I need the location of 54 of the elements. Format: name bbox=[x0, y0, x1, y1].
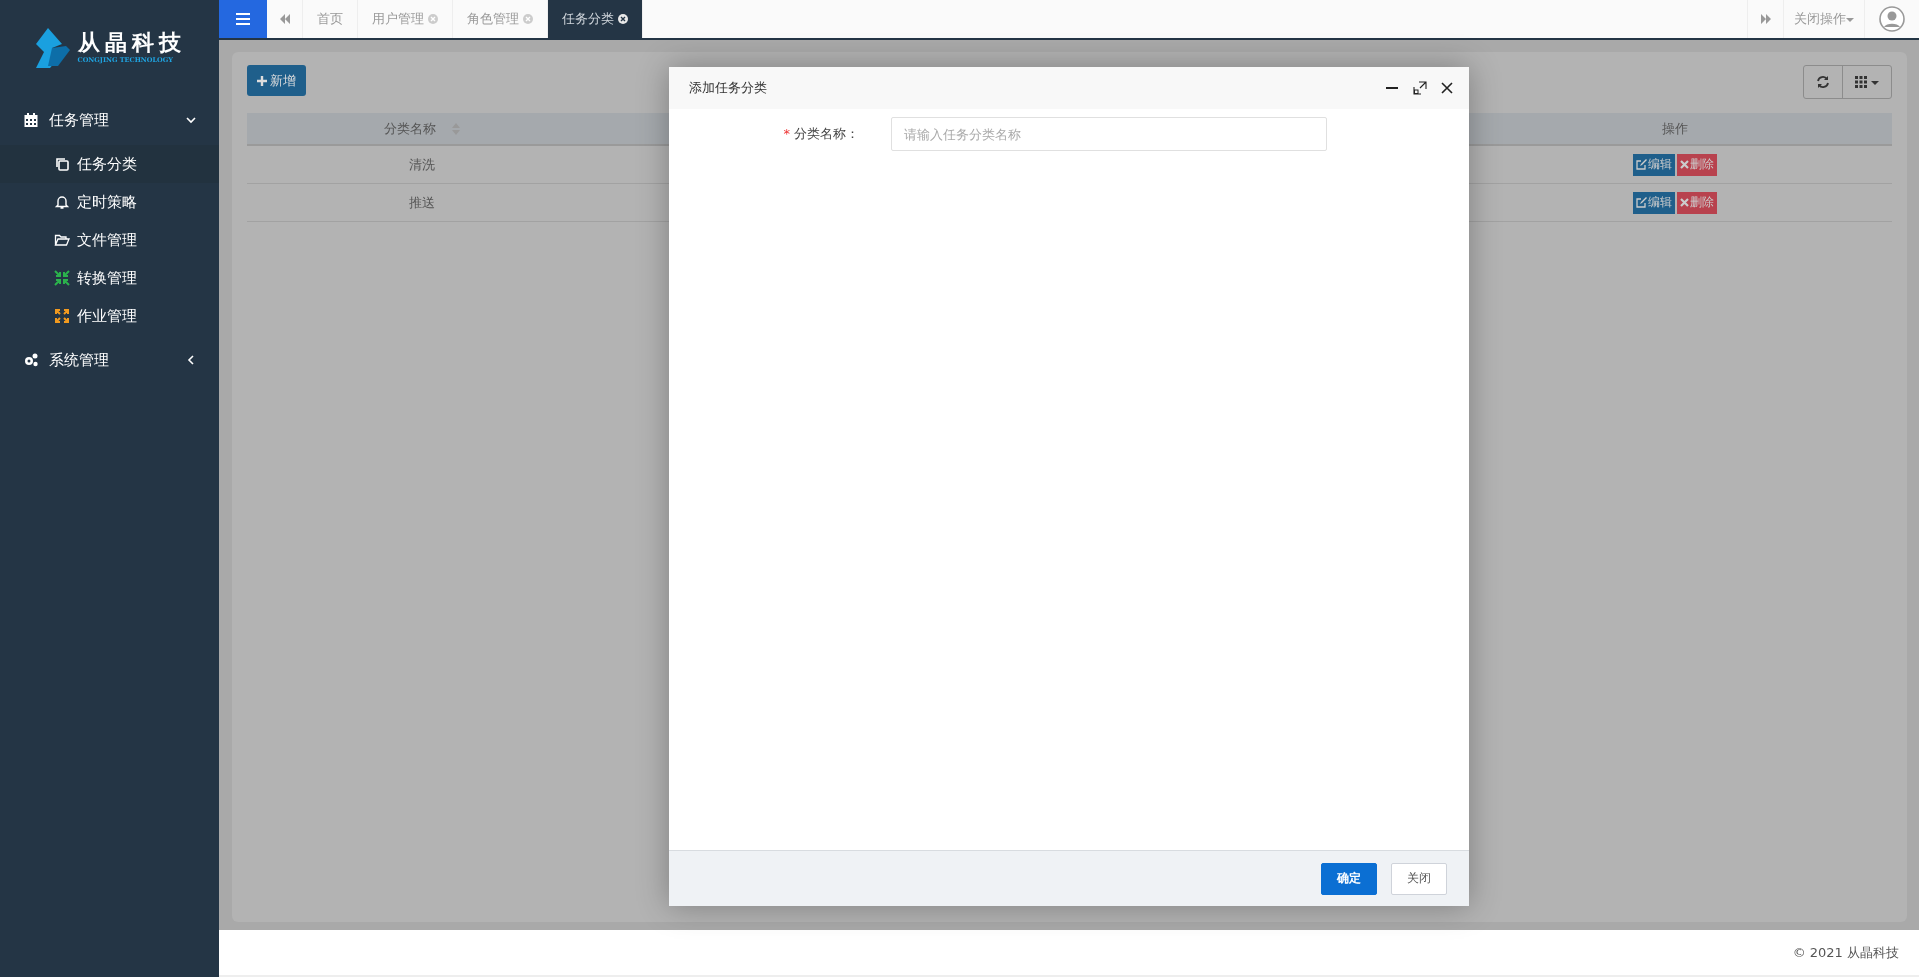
dialog-title: 添加任务分类 bbox=[689, 79, 768, 97]
close-icon bbox=[1680, 198, 1689, 207]
refresh-icon bbox=[1816, 75, 1830, 89]
menu-icon bbox=[236, 13, 250, 25]
category-name-field[interactable]: 请输入任务分类名称 bbox=[891, 117, 1327, 151]
plus-icon bbox=[257, 75, 267, 86]
copyright: © 2021 从晶科技 bbox=[1792, 943, 1899, 962]
delete-button[interactable]: 删除 bbox=[1677, 153, 1717, 176]
grid-icon bbox=[1855, 76, 1867, 88]
close-circle-icon bbox=[618, 14, 628, 24]
edit-icon bbox=[1636, 197, 1647, 208]
menu-group-label[interactable]: 任务管理 bbox=[49, 110, 175, 130]
edit-icon bbox=[1636, 159, 1647, 170]
caret-down-icon bbox=[1846, 15, 1854, 23]
gears-icon bbox=[23, 352, 39, 368]
field-label: * 分类名称： bbox=[782, 125, 860, 143]
edit-button[interactable]: 编辑 bbox=[1633, 153, 1675, 176]
menu-item[interactable]: 转换管理 bbox=[0, 259, 219, 297]
close-operations-dropdown[interactable]: 关闭操作 bbox=[1783, 0, 1865, 38]
logo-name: 从晶科技 bbox=[77, 31, 186, 56]
caret-down-icon bbox=[1871, 78, 1879, 86]
close-icon bbox=[1680, 160, 1689, 169]
chevron-down-icon bbox=[185, 114, 197, 126]
copy-icon bbox=[54, 156, 70, 172]
menu-item[interactable]: 定时策略 bbox=[0, 183, 219, 221]
table-cell: 推送 bbox=[247, 184, 597, 222]
close-button[interactable]: 关闭 bbox=[1391, 862, 1447, 895]
table-cell: 清洗 bbox=[247, 146, 597, 184]
menu-item[interactable]: 作业管理 bbox=[0, 297, 219, 335]
compress-arrows-icon bbox=[54, 270, 70, 286]
tab[interactable]: 任务分类 bbox=[548, 0, 643, 38]
add-button[interactable]: 新增 bbox=[247, 65, 306, 96]
confirm-button[interactable]: 确定 bbox=[1321, 862, 1377, 895]
maximize-icon bbox=[1413, 81, 1427, 95]
menu-item[interactable]: 任务分类 bbox=[0, 145, 219, 183]
close-icon bbox=[1441, 82, 1453, 94]
expand-arrows-icon bbox=[54, 308, 70, 324]
folder-icon bbox=[54, 232, 70, 248]
menu-group-label[interactable]: 系统管理 bbox=[49, 350, 175, 370]
edit-button[interactable]: 编辑 bbox=[1633, 191, 1675, 214]
tab[interactable]: 用户管理 bbox=[358, 0, 453, 38]
column-header[interactable]: 分类名称 bbox=[247, 113, 597, 146]
double-left-icon bbox=[278, 13, 291, 25]
delete-button[interactable]: 删除 bbox=[1677, 191, 1717, 214]
chevron-left-icon bbox=[185, 354, 197, 366]
close-circle-icon bbox=[523, 14, 533, 24]
double-right-icon bbox=[1759, 13, 1772, 25]
menu-item[interactable]: 文件管理 bbox=[0, 221, 219, 259]
close-circle-icon bbox=[428, 14, 438, 24]
bell-icon bbox=[54, 194, 70, 210]
calendar-icon bbox=[23, 112, 39, 128]
menu-toggle-button[interactable] bbox=[219, 0, 267, 38]
tab[interactable]: 首页 bbox=[303, 0, 358, 38]
avatar-icon bbox=[1879, 6, 1905, 32]
